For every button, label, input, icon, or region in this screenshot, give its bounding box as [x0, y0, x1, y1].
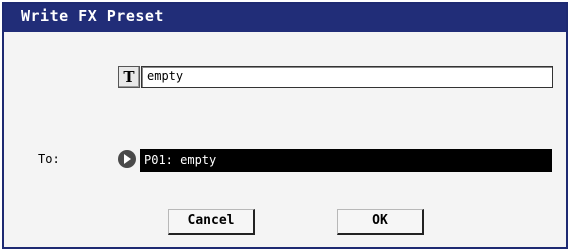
- preset-name-field[interactable]: empty: [141, 66, 553, 88]
- text-edit-icon[interactable]: T: [118, 66, 140, 88]
- popup-arrow-icon[interactable]: [118, 150, 136, 168]
- preset-name-value: empty: [147, 69, 184, 83]
- dialog-titlebar: Write FX Preset: [4, 4, 566, 32]
- destination-value: P01: empty: [144, 153, 217, 167]
- write-fx-preset-dialog: Write FX Preset T empty To: P01: empty C…: [2, 2, 568, 249]
- cancel-button[interactable]: Cancel: [168, 209, 255, 235]
- dialog-title: Write FX Preset: [21, 7, 164, 25]
- ok-button[interactable]: OK: [337, 209, 424, 235]
- to-label: To:: [38, 152, 60, 166]
- destination-select[interactable]: P01: empty: [140, 149, 552, 172]
